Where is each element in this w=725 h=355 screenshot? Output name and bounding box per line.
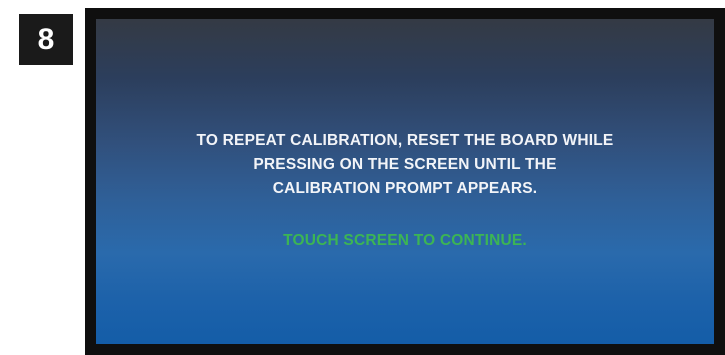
message-line-3: CALIBRATION PROMPT APPEARS. xyxy=(272,180,538,197)
step-number-badge: 8 xyxy=(19,14,73,65)
instruction-page: 8 TO REPEAT CALIBRATION, RESET THE BOARD… xyxy=(0,0,725,355)
message-line-2: PRESSING ON THE SCREEN UNTIL THE xyxy=(253,156,557,173)
monitor-bezel: TO REPEAT CALIBRATION, RESET THE BOARD W… xyxy=(85,8,725,355)
message-line-1: TO REPEAT CALIBRATION, RESET THE BOARD W… xyxy=(196,132,614,149)
touch-screen[interactable]: TO REPEAT CALIBRATION, RESET THE BOARD W… xyxy=(96,19,714,344)
touch-to-continue-prompt[interactable]: TOUCH SCREEN TO CONTINUE. xyxy=(283,232,527,250)
calibration-message: TO REPEAT CALIBRATION, RESET THE BOARD W… xyxy=(197,129,614,201)
